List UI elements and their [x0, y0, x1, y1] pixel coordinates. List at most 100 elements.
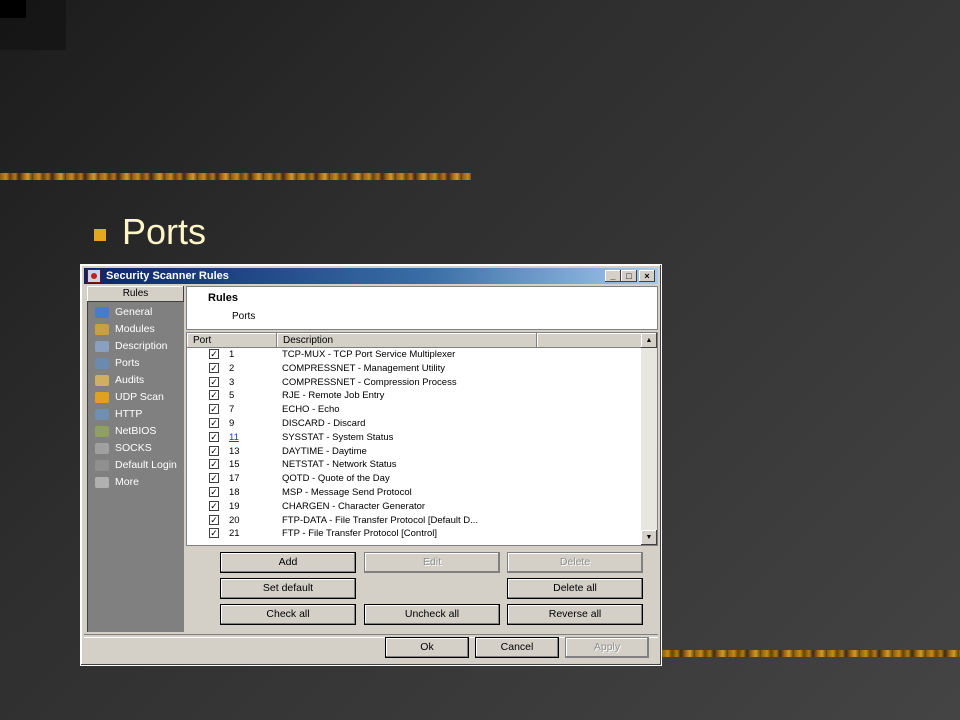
sidebar-item-audits[interactable]: Audits — [87, 372, 184, 389]
sidebar-item-netbios[interactable]: NetBIOS — [87, 423, 184, 440]
row-checkbox[interactable]: ✓ — [209, 376, 219, 387]
column-header-port[interactable]: Port — [187, 333, 277, 348]
close-button[interactable]: × — [639, 270, 655, 282]
cancel-button[interactable]: Cancel — [475, 637, 559, 658]
decor-stripe-top — [0, 173, 471, 180]
general-icon — [95, 307, 109, 318]
sidebar-item-modules[interactable]: Modules — [87, 321, 184, 338]
socks-icon — [95, 443, 109, 454]
reverse-all-button[interactable]: Reverse all — [507, 604, 643, 625]
column-header-description[interactable]: Description — [277, 333, 537, 348]
row-checkbox[interactable]: ✓ — [209, 445, 219, 456]
row-checkbox[interactable]: ✓ — [209, 500, 219, 511]
uncheck-all-button[interactable]: Uncheck all — [364, 604, 500, 625]
default-login-icon — [95, 460, 109, 471]
description-cell: MSP - Message Send Protocol — [282, 486, 412, 498]
scroll-down-icon[interactable]: ▼ — [641, 530, 657, 545]
port-cell: 13 — [229, 445, 240, 457]
port-cell: 15 — [229, 459, 240, 471]
row-checkbox[interactable]: ✓ — [209, 404, 219, 415]
security-scanner-rules-window: Security Scanner Rules _ □ × Rules Gener… — [80, 264, 662, 666]
row-checkbox[interactable]: ✓ — [209, 390, 219, 401]
sidebar-item-description[interactable]: Description — [87, 338, 184, 355]
port-cell: 1 — [229, 349, 235, 360]
table-row[interactable]: ✓ 19 CHARGEN - Character Generator — [187, 500, 642, 514]
table-row[interactable]: ✓ 13 DAYTIME - Daytime — [187, 445, 642, 459]
table-row[interactable]: ✓ 20 FTP-DATA - File Transfer Protocol [De… — [187, 514, 642, 528]
app-icon — [87, 269, 101, 283]
description-cell: FTP - File Transfer Protocol [Control] — [282, 528, 438, 540]
sidebar-item-label: Description — [115, 340, 168, 352]
table-row[interactable]: ✓ 11 SYSSTAT - System Status — [187, 431, 642, 445]
port-cell: 17 — [229, 473, 240, 485]
maximize-button[interactable]: □ — [621, 270, 637, 282]
port-cell: 20 — [229, 514, 240, 526]
sidebar-item-label: Modules — [115, 323, 155, 335]
sidebar-item-more[interactable]: More — [87, 474, 184, 491]
row-checkbox[interactable]: ✓ — [209, 486, 219, 497]
description-cell: FTP-DATA - File Transfer Protocol [Defau… — [282, 514, 479, 526]
description-cell: SYSSTAT - System Status — [282, 431, 394, 443]
description-cell: RJE - Remote Job Entry — [282, 390, 385, 402]
description-cell: QOTD - Quote of the Day — [282, 473, 390, 485]
column-header-extra[interactable] — [537, 333, 642, 348]
row-checkbox[interactable]: ✓ — [209, 349, 219, 359]
description-cell: COMPRESSNET - Management Utility — [282, 362, 445, 374]
row-checkbox[interactable]: ✓ — [209, 473, 219, 484]
sidebar-item-general[interactable]: General — [87, 304, 184, 321]
more-icon — [95, 477, 109, 488]
description-cell: ECHO - Echo — [282, 404, 340, 416]
table-row[interactable]: ✓ 21 FTP - File Transfer Protocol [Control… — [187, 527, 642, 541]
sidebar-item-socks[interactable]: SOCKS — [87, 440, 184, 457]
sidebar-item-default-login[interactable]: Default Login — [87, 457, 184, 474]
modules-icon — [95, 324, 109, 335]
table-row[interactable]: ✓ 1 TCP-MUX - TCP Port Service Multiplexer — [187, 348, 642, 362]
check-all-button[interactable]: Check all — [220, 604, 356, 625]
table-row[interactable]: ✓ 7 ECHO - Echo — [187, 403, 642, 417]
port-cell: 21 — [229, 528, 240, 540]
table-row[interactable]: ✓ 9 DISCARD - Discard — [187, 417, 642, 431]
table-row[interactable]: ✓ 3 COMPRESSNET - Compression Process — [187, 376, 642, 390]
sidebar-item-http[interactable]: HTTP — [87, 406, 184, 423]
sidebar-header[interactable]: Rules — [87, 286, 184, 302]
description-cell: DISCARD - Discard — [282, 417, 366, 429]
apply-button[interactable]: Apply — [565, 637, 649, 658]
add-button[interactable]: Add — [220, 552, 356, 573]
table-row[interactable]: ✓ 17 QOTD - Quote of the Day — [187, 472, 642, 486]
content-title: Rules — [208, 292, 238, 304]
row-checkbox[interactable]: ✓ — [209, 514, 219, 525]
window-title: Security Scanner Rules — [106, 270, 229, 282]
description-icon — [95, 341, 109, 352]
edit-button[interactable]: Edit — [364, 552, 500, 573]
set-default-button[interactable]: Set default — [220, 578, 356, 599]
sidebar-item-label: NetBIOS — [115, 425, 157, 437]
http-icon — [95, 409, 109, 420]
scroll-up-icon[interactable]: ▲ — [641, 333, 657, 348]
row-checkbox[interactable]: ✓ — [209, 431, 219, 442]
table-row[interactable]: ✓ 5 RJE - Remote Job Entry — [187, 389, 642, 403]
sidebar-item-label: SOCKS — [115, 442, 152, 454]
list-rows: ✓ 1 TCP-MUX - TCP Port Service Multiplexer… — [187, 348, 642, 541]
vertical-scrollbar[interactable]: ▲ ▼ — [641, 333, 657, 545]
row-checkbox[interactable]: ✓ — [209, 528, 219, 539]
description-cell: TCP-MUX - TCP Port Service Multiplexer — [282, 349, 456, 360]
ok-button[interactable]: Ok — [385, 637, 469, 658]
description-cell: DAYTIME - Daytime — [282, 445, 367, 457]
table-row[interactable]: ✓ 2 COMPRESSNET - Management Utility — [187, 362, 642, 376]
row-checkbox[interactable]: ✓ — [209, 459, 219, 470]
sidebar-item-ports[interactable]: Ports — [87, 355, 184, 372]
delete-all-button[interactable]: Delete all — [507, 578, 643, 599]
table-row[interactable]: ✓ 15 NETSTAT - Network Status — [187, 458, 642, 472]
decor-corner-dark — [0, 0, 26, 18]
row-checkbox[interactable]: ✓ — [209, 362, 219, 373]
delete-button[interactable]: Delete — [507, 552, 643, 573]
sidebar: Rules General Modules Description Ports Audi… — [87, 286, 184, 632]
ports-list[interactable]: Port Description ✓ 1 TCP-MUX - TCP Port Se… — [186, 332, 658, 546]
udp-scan-icon — [95, 392, 109, 403]
port-cell: 5 — [229, 390, 235, 402]
minimize-button[interactable]: _ — [605, 270, 621, 282]
sidebar-item-udp-scan[interactable]: UDP Scan — [87, 389, 184, 406]
table-row[interactable]: ✓ 18 MSP - Message Send Protocol — [187, 486, 642, 500]
row-checkbox[interactable]: ✓ — [209, 417, 219, 428]
title-bar[interactable]: Security Scanner Rules _ □ × — [84, 268, 658, 284]
